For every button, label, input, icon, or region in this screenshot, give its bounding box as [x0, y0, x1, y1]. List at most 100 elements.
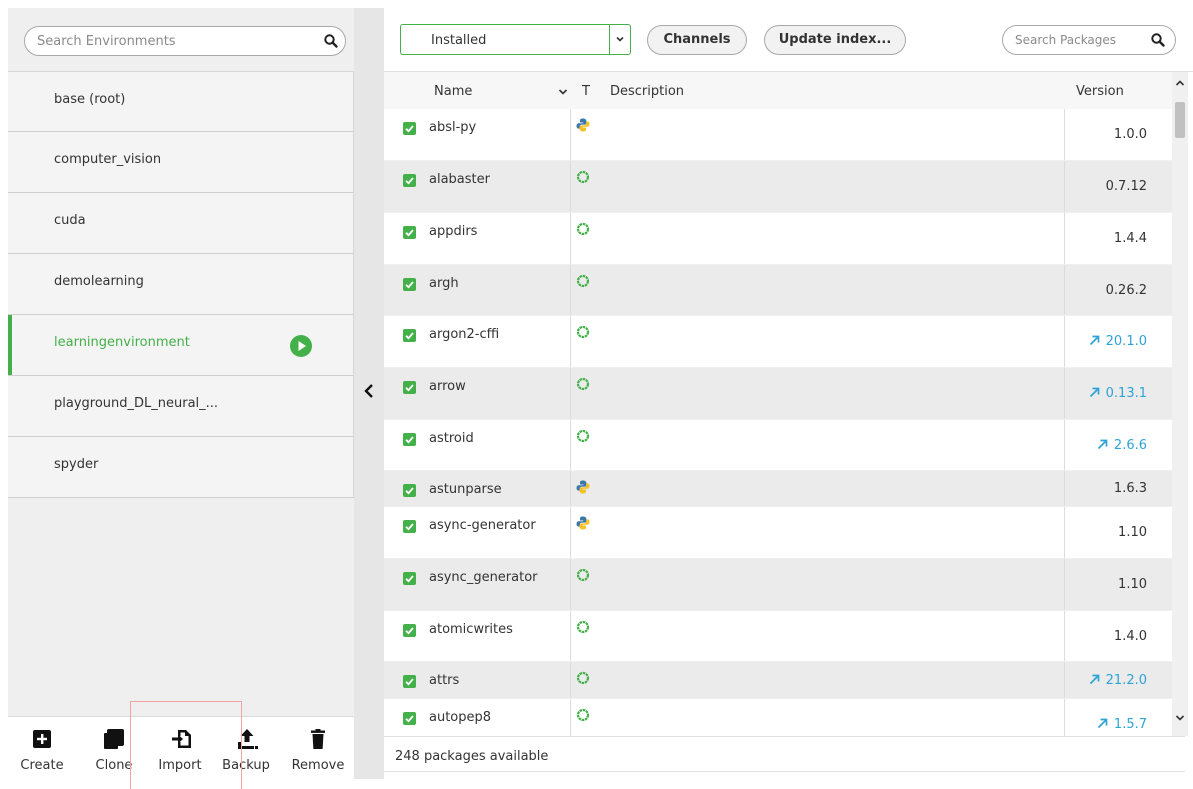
- package-search-input[interactable]: [1015, 31, 1135, 49]
- package-checkbox[interactable]: [403, 624, 416, 637]
- search-icon[interactable]: [323, 33, 339, 49]
- packages-toolbar: Installed Channels Update index...: [384, 8, 1185, 71]
- table-row[interactable]: astunparse 1.6.3: [384, 471, 1172, 507]
- python-icon: [576, 480, 590, 494]
- table-row[interactable]: async-generator 1.10: [384, 507, 1172, 559]
- update-arrow-icon: [1089, 674, 1099, 685]
- scroll-up-icon[interactable]: [1174, 78, 1186, 88]
- update-arrow-icon: [1097, 439, 1108, 450]
- table-row[interactable]: appdirs 1.4.4: [384, 213, 1172, 265]
- conda-icon: [576, 708, 590, 722]
- checkmark-icon: [405, 384, 414, 392]
- create-button[interactable]: Create: [12, 717, 72, 780]
- package-checkbox[interactable]: [403, 122, 416, 135]
- version-text: 1.6.3: [1113, 481, 1147, 496]
- version-text: 1.4.4: [1113, 231, 1147, 246]
- package-version-update[interactable]: 21.2.0: [1089, 673, 1147, 688]
- package-name: atomicwrites: [429, 622, 513, 637]
- package-checkbox[interactable]: [403, 381, 416, 394]
- scroll-down-icon[interactable]: [1174, 713, 1186, 723]
- package-checkbox[interactable]: [403, 433, 416, 446]
- backup-button[interactable]: Backup: [216, 717, 276, 780]
- conda-icon: [576, 222, 590, 236]
- package-version: 0.26.2: [1106, 283, 1147, 298]
- version-text: 2.6.6: [1113, 438, 1147, 453]
- environment-item[interactable]: cuda: [8, 193, 354, 254]
- package-checkbox[interactable]: [403, 278, 416, 291]
- package-version-update[interactable]: 0.13.1: [1089, 386, 1147, 401]
- environment-search-input[interactable]: [37, 32, 307, 50]
- update-index-button[interactable]: Update index...: [764, 25, 906, 55]
- column-divider: [1064, 559, 1065, 610]
- clone-button[interactable]: Clone: [84, 717, 144, 780]
- conda-icon: [576, 429, 590, 443]
- table-row[interactable]: absl-py 1.0.0: [384, 109, 1172, 161]
- package-filter-select[interactable]: Installed: [400, 24, 631, 55]
- package-version: 1.4.0: [1114, 629, 1147, 644]
- remove-button[interactable]: Remove: [286, 717, 350, 780]
- environment-item[interactable]: playground_DL_neural_...: [8, 376, 354, 437]
- package-name: alabaster: [429, 172, 490, 187]
- clone-icon: [104, 729, 124, 749]
- table-row[interactable]: async_generator 1.10: [384, 559, 1172, 611]
- table-row[interactable]: alabaster 0.7.12: [384, 161, 1172, 213]
- package-checkbox[interactable]: [403, 484, 416, 497]
- package-checkbox[interactable]: [403, 174, 416, 187]
- table-row[interactable]: argon2-cffi 20.1.0: [384, 316, 1172, 368]
- environment-name: base (root): [54, 92, 126, 107]
- clone-label: Clone: [95, 758, 133, 773]
- column-divider: [1064, 611, 1065, 661]
- create-label: Create: [20, 758, 64, 773]
- version-text: 21.2.0: [1105, 673, 1147, 688]
- package-checkbox[interactable]: [403, 226, 416, 239]
- version-text: 0.7.12: [1105, 179, 1147, 194]
- package-checkbox[interactable]: [403, 329, 416, 342]
- type-column-header[interactable]: T: [582, 84, 590, 99]
- vertical-scrollbar[interactable]: [1172, 72, 1188, 736]
- column-divider: [570, 316, 571, 367]
- environment-item[interactable]: demolearning: [8, 254, 354, 315]
- package-checkbox[interactable]: [403, 675, 416, 688]
- channels-button[interactable]: Channels: [647, 25, 747, 55]
- package-version-update[interactable]: 2.6.6: [1097, 438, 1147, 453]
- column-divider: [570, 161, 571, 212]
- version-text: 1.10: [1118, 577, 1147, 592]
- version-text: 0.26.2: [1105, 283, 1147, 298]
- table-row[interactable]: atomicwrites 1.4.0: [384, 611, 1172, 662]
- environment-item[interactable]: spyder: [8, 437, 354, 498]
- conda-icon: [576, 671, 590, 685]
- conda-icon: [576, 568, 590, 582]
- table-header: Name T Description Version: [384, 72, 1172, 109]
- package-search-box[interactable]: [1002, 25, 1176, 55]
- table-row[interactable]: argh 0.26.2: [384, 265, 1172, 316]
- column-divider: [1064, 471, 1065, 506]
- import-button[interactable]: Import: [150, 717, 210, 780]
- environment-item[interactable]: base (root): [8, 71, 354, 132]
- checkmark-icon: [405, 523, 414, 531]
- play-icon[interactable]: [290, 335, 312, 357]
- packages-panel: Installed Channels Update index... Name …: [384, 8, 1193, 779]
- package-checkbox[interactable]: [403, 712, 416, 725]
- package-checkbox[interactable]: [403, 520, 416, 533]
- name-column-header[interactable]: Name: [434, 84, 472, 99]
- environment-search-box[interactable]: [24, 26, 346, 56]
- column-divider: [1064, 662, 1065, 698]
- chevron-left-icon[interactable]: [360, 382, 378, 400]
- package-checkbox[interactable]: [403, 572, 416, 585]
- table-row[interactable]: arrow 0.13.1: [384, 368, 1172, 420]
- environment-name: learningenvironment: [54, 335, 190, 350]
- scrollbar-thumb[interactable]: [1175, 102, 1185, 138]
- environment-name: playground_DL_neural_...: [54, 396, 219, 411]
- description-column-header[interactable]: Description: [610, 84, 684, 99]
- package-version-update[interactable]: 1.5.7: [1097, 717, 1147, 732]
- version-column-header[interactable]: Version: [1076, 84, 1124, 99]
- environment-item[interactable]: learningenvironment: [8, 315, 354, 376]
- package-version-update[interactable]: 20.1.0: [1089, 334, 1147, 349]
- sort-chevron-icon[interactable]: [558, 88, 568, 96]
- filter-dropdown-toggle[interactable]: [609, 25, 630, 54]
- checkmark-icon: [405, 678, 414, 686]
- environment-item[interactable]: computer_vision: [8, 132, 354, 193]
- table-row[interactable]: astroid 2.6.6: [384, 420, 1172, 471]
- search-icon[interactable]: [1150, 32, 1166, 48]
- table-row[interactable]: attrs 21.2.0: [384, 662, 1172, 699]
